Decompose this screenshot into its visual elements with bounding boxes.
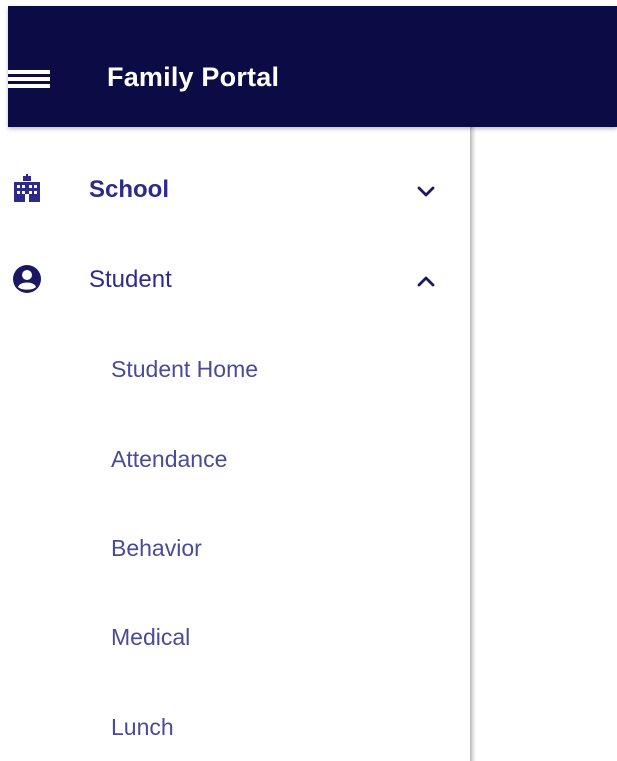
top-app-bar: Family Portal [8, 6, 617, 127]
menu-button[interactable] [8, 58, 54, 98]
sidebar-item-label: School [89, 176, 170, 203]
sidebar-subitem-label: Behavior [111, 535, 202, 561]
sidebar-subitem-label: Lunch [111, 714, 174, 740]
sidebar-subitem-behavior[interactable]: Behavior [0, 518, 470, 578]
app-title: Family Portal [107, 62, 280, 92]
app-frame: Family Portal School Student Student Hom… [0, 0, 617, 761]
sidebar-subitem-label: Attendance [111, 446, 228, 472]
sidebar-subitem-lunch[interactable]: Lunch [0, 697, 470, 757]
hamburger-menu-icon [8, 70, 50, 88]
school-building-icon [14, 174, 40, 202]
sidebar-subitem-medical[interactable]: Medical [0, 607, 470, 667]
chevron-up-icon[interactable] [414, 269, 438, 293]
sidebar-divider [470, 127, 476, 761]
account-circle-icon [13, 265, 41, 293]
sidebar-subitem-student-home[interactable]: Student Home [0, 339, 470, 399]
sidebar-subitem-label: Medical [111, 624, 191, 650]
sidebar-item-student[interactable]: Student [0, 249, 470, 309]
chevron-down-icon[interactable] [414, 179, 438, 203]
sidebar-item-school[interactable]: School [0, 159, 470, 219]
sidebar-subitem-label: Student Home [111, 356, 259, 382]
sidebar-item-label: Student [89, 266, 172, 293]
sidebar-subitem-attendance[interactable]: Attendance [0, 429, 470, 489]
sidebar-nav: School Student Student Home Attendance B… [0, 127, 470, 761]
